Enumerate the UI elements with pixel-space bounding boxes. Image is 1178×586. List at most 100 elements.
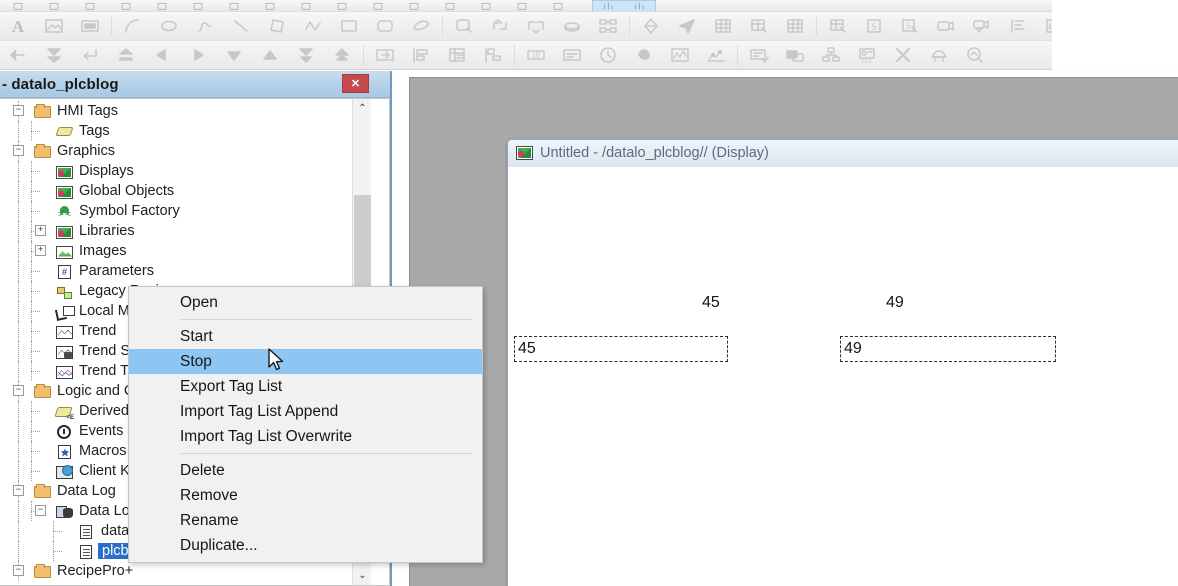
recipe-icon[interactable] <box>741 42 777 69</box>
toolbar-clipped-icon[interactable] <box>432 0 468 11</box>
toolbar-clipped-icon[interactable] <box>288 0 324 11</box>
polyline-tool-icon[interactable] <box>295 13 331 40</box>
numeric-input-left[interactable]: 45 <box>514 336 728 362</box>
collapse-icon[interactable]: − <box>13 565 24 576</box>
send-backward-icon[interactable] <box>288 42 324 69</box>
display-editor-window[interactable]: Untitled - /datalo_plcblog// (Display) 4… <box>507 139 1178 586</box>
context-menu-item-stop[interactable]: Stop <box>129 349 482 374</box>
align-left-icon[interactable] <box>403 42 439 69</box>
toolbar-active-button-group[interactable] <box>592 0 656 11</box>
context-menu-item-remove[interactable]: Remove <box>129 483 482 508</box>
context-menu-item-import-tag-list-overwrite[interactable]: Import Tag List Overwrite <box>129 424 482 449</box>
bring-forward-icon[interactable] <box>324 42 360 69</box>
align-mixed-icon[interactable] <box>475 42 511 69</box>
toolbar-clipped-icon[interactable] <box>108 0 144 11</box>
toolbar-clipped-icon[interactable] <box>324 0 360 11</box>
expand-icon[interactable]: + <box>35 225 46 236</box>
chart-object-icon[interactable] <box>1036 13 1052 40</box>
arc-tool-icon[interactable] <box>115 13 151 40</box>
rotate-object-icon[interactable] <box>669 13 705 40</box>
string-display-icon[interactable]: S <box>856 13 892 40</box>
flip-object-icon[interactable] <box>741 13 777 40</box>
context-menu-item-export-tag-list[interactable]: Export Tag List <box>129 374 482 399</box>
tree-item-parameters[interactable]: # Parameters <box>0 261 352 281</box>
align-table-icon[interactable] <box>439 42 475 69</box>
toolbar-clipped-icon[interactable] <box>216 0 252 11</box>
browser-icon[interactable] <box>626 42 662 69</box>
text-display-icon[interactable] <box>554 42 590 69</box>
scroll-up-icon[interactable]: ⌃ <box>353 99 372 118</box>
toolbar-clipped-icon[interactable] <box>540 0 576 11</box>
collapse-icon[interactable]: − <box>13 105 24 116</box>
tree-item-images[interactable]: + Images <box>0 241 352 261</box>
toolbar-clipped-icon[interactable] <box>252 0 288 11</box>
toolbar-clipped-icon[interactable] <box>468 0 504 11</box>
rounded-rectangle-tool-icon[interactable] <box>367 13 403 40</box>
bring-to-front-icon[interactable] <box>108 42 144 69</box>
tree-item-global-objects[interactable]: Global Objects <box>0 181 352 201</box>
polygon-tool-icon[interactable] <box>259 13 295 40</box>
collapse-icon[interactable]: − <box>13 145 24 156</box>
activex-icon[interactable] <box>885 42 921 69</box>
text-tool-icon[interactable]: A <box>0 13 36 40</box>
toolbar-clipped-icon[interactable] <box>180 0 216 11</box>
arrow-right-small-icon[interactable] <box>180 42 216 69</box>
clock-icon[interactable] <box>590 42 626 69</box>
toolbar-clipped-icon[interactable] <box>504 0 540 11</box>
numeric-display-icon[interactable]: 1E <box>518 42 554 69</box>
ole-object-icon[interactable]: OLE <box>849 42 885 69</box>
grid-select-icon[interactable] <box>820 13 856 40</box>
display-canvas[interactable]: 45 49 45 49 <box>514 172 1178 586</box>
arrow-down-small-icon[interactable] <box>216 42 252 69</box>
connect-object-icon[interactable] <box>590 13 626 40</box>
wedge-tool-icon[interactable] <box>403 13 439 40</box>
tree-item-recipepro[interactable]: − RecipePro+ <box>0 561 352 581</box>
collapse-icon[interactable]: − <box>13 385 24 396</box>
grid-icon[interactable] <box>777 13 813 40</box>
tree-item-graphics[interactable]: − Graphics <box>0 141 352 161</box>
trend-icon[interactable] <box>662 42 698 69</box>
camera-object-icon[interactable] <box>928 13 964 40</box>
expand-icon[interactable]: + <box>35 245 46 256</box>
arrow-left-small-icon[interactable] <box>144 42 180 69</box>
toolbar-clipped-icon[interactable] <box>396 0 432 11</box>
string-input-icon[interactable]: S <box>892 13 928 40</box>
freehand-tool-icon[interactable] <box>187 13 223 40</box>
panel-select-icon[interactable] <box>446 13 482 40</box>
return-icon[interactable] <box>72 42 108 69</box>
tree-item-displays[interactable]: Displays <box>0 161 352 181</box>
collapse-icon[interactable]: − <box>35 505 46 516</box>
tree-item-symbol-factory[interactable]: Symbol Factory <box>0 201 352 221</box>
toolbar-clipped-icon[interactable] <box>72 0 108 11</box>
context-menu-item-open[interactable]: Open <box>129 290 482 315</box>
tree-item-libraries[interactable]: + Libraries <box>0 221 352 241</box>
toolbar-clipped-icon[interactable] <box>0 0 36 11</box>
datalog-network-icon[interactable] <box>813 42 849 69</box>
tree-item-tags[interactable]: Tags <box>0 121 352 141</box>
context-menu-item-import-tag-list-append[interactable]: Import Tag List Append <box>129 399 482 424</box>
ungroup-object-icon[interactable] <box>518 13 554 40</box>
group-object-icon[interactable] <box>482 13 518 40</box>
tree-item-hmi-tags[interactable]: − HMI Tags <box>0 101 352 121</box>
toolbar-clipped-icon[interactable] <box>360 0 396 11</box>
trend-data-icon[interactable] <box>698 42 734 69</box>
ellipse-tool-icon[interactable] <box>151 13 187 40</box>
numeric-input-right[interactable]: 49 <box>840 336 1056 362</box>
alarm-icon[interactable] <box>921 42 957 69</box>
tile-objects-icon[interactable] <box>633 13 669 40</box>
toolbar-clipped-icon[interactable] <box>36 0 72 11</box>
bars-icon[interactable] <box>624 1 655 11</box>
database-icon[interactable] <box>777 42 813 69</box>
alarm-search-icon[interactable] <box>957 42 993 69</box>
context-menu[interactable]: Open Start Stop Export Tag List Import Tag L… <box>128 286 483 563</box>
arrow-left-icon[interactable] <box>0 42 36 69</box>
send-to-back-icon[interactable] <box>36 42 72 69</box>
context-menu-item-delete[interactable]: Delete <box>129 458 482 483</box>
scroll-down-icon[interactable]: ⌄ <box>353 566 372 585</box>
line-tool-icon[interactable] <box>223 13 259 40</box>
panel-tool-icon[interactable] <box>72 13 108 40</box>
chart-icon[interactable] <box>593 1 624 11</box>
collapse-icon[interactable]: − <box>13 485 24 496</box>
arrange-object-icon[interactable] <box>554 13 590 40</box>
move-right-icon[interactable] <box>367 42 403 69</box>
